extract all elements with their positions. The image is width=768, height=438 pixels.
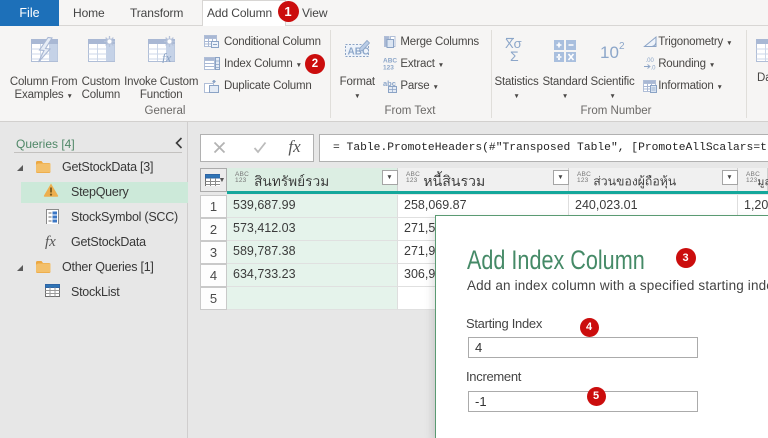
svg-text:2: 2 — [619, 41, 625, 52]
svg-text:.0: .0 — [650, 66, 656, 72]
svg-text:Σ: Σ — [510, 48, 519, 63]
svg-text:ABC: ABC — [383, 58, 397, 65]
svg-text:.00: .00 — [645, 58, 654, 64]
svg-text:123: 123 — [383, 65, 394, 72]
svg-text:ABC: ABC — [348, 46, 370, 57]
svg-text:10: 10 — [600, 43, 619, 62]
svg-text:fx: fx — [162, 50, 172, 63]
